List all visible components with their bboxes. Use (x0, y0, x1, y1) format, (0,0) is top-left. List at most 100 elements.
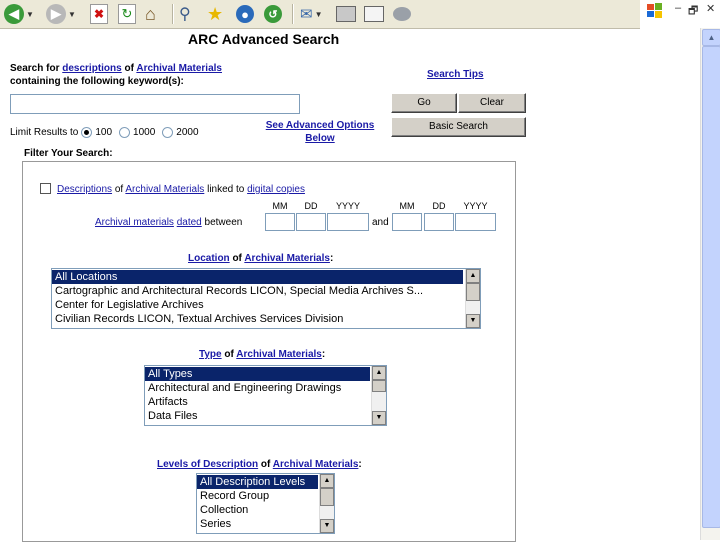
clear-button[interactable]: Clear (458, 93, 526, 113)
archival-materials-link[interactable]: Archival Materials (236, 349, 322, 360)
archival-materials-link[interactable]: Archival materials (95, 217, 174, 228)
levels-heading: Levels of Description of Archival Materi… (157, 459, 362, 470)
stop-button[interactable]: ✖ (90, 3, 108, 25)
digital-copies-link[interactable]: digital copies (247, 184, 305, 195)
from-day-input[interactable] (296, 213, 326, 231)
dated-link[interactable]: dated (177, 217, 202, 228)
basic-search-button[interactable]: Basic Search (391, 117, 526, 137)
list-item[interactable]: All Types (145, 367, 370, 381)
descriptions-link[interactable]: descriptions (62, 63, 121, 74)
location-heading: Location of Archival Materials: (188, 253, 333, 264)
close-button[interactable]: ✕ (706, 2, 715, 15)
favorites-button[interactable]: ★ (207, 3, 223, 25)
location-link[interactable]: Location (188, 253, 230, 264)
edit-button[interactable] (364, 3, 384, 25)
list-item[interactable]: All Description Levels (197, 475, 318, 489)
from-month-input[interactable] (265, 213, 295, 231)
archival-materials-link[interactable]: Archival Materials (136, 63, 222, 74)
scroll-thumb[interactable] (320, 488, 334, 506)
go-button[interactable]: Go (391, 93, 457, 113)
type-link[interactable]: Type (199, 349, 222, 360)
descriptions-link[interactable]: Descriptions (57, 184, 112, 195)
from-year-input[interactable] (327, 213, 369, 231)
to-dd-header: DD (432, 201, 446, 211)
of-label: of (260, 459, 271, 470)
forward-icon: ▶ (46, 4, 66, 24)
search-for-line: Search for descriptions of Archival Mate… (10, 63, 222, 74)
to-year-input[interactable] (455, 213, 496, 231)
list-item[interactable]: Civilian Records LICON, Textual Archives… (52, 312, 460, 326)
chevron-down-icon[interactable]: ▼ (315, 10, 323, 19)
type-heading: Type of Archival Materials: (199, 349, 325, 360)
limit-1000-radio[interactable] (119, 127, 131, 138)
archival-materials-link[interactable]: Archival Materials (125, 184, 204, 195)
scroll-thumb[interactable] (702, 46, 720, 528)
minimize-button[interactable]: – (675, 2, 681, 14)
limit-100-label: 100 (95, 127, 113, 138)
scroll-up-icon[interactable]: ▲ (320, 474, 334, 488)
list-item[interactable]: Record Group (197, 489, 318, 503)
discuss-button[interactable] (393, 3, 411, 25)
page-title: ARC Advanced Search (188, 31, 340, 47)
keyword-input[interactable] (10, 94, 300, 114)
scroll-up-icon[interactable]: ▲ (702, 29, 720, 46)
scroll-down-icon[interactable]: ▼ (466, 314, 480, 328)
scroll-up-icon[interactable]: ▲ (372, 366, 386, 380)
forward-button[interactable]: ▶ ▼ (46, 3, 76, 25)
list-item[interactable]: All Locations (52, 270, 463, 284)
search-button[interactable]: ⚲ (179, 3, 191, 25)
of-label: of (124, 63, 134, 74)
home-button[interactable]: ⌂ (145, 3, 156, 25)
list-item[interactable]: Data Files (145, 409, 370, 423)
see-advanced-line2[interactable]: Below (305, 133, 334, 144)
to-month-input[interactable] (392, 213, 422, 231)
digital-copies-checkbox[interactable] (40, 183, 51, 194)
list-item[interactable]: Series (197, 517, 318, 531)
see-advanced-options-link[interactable]: See Advanced Options Below (262, 119, 378, 145)
location-listbox[interactable]: All Locations Cartographic and Architect… (51, 268, 481, 329)
windows-logo-icon (646, 2, 664, 20)
chevron-down-icon[interactable]: ▼ (26, 10, 34, 19)
list-item[interactable]: Center for Legislative Archives (52, 298, 460, 312)
back-button[interactable]: ◀ ▼ (4, 3, 34, 25)
archival-materials-link[interactable]: Archival Materials (273, 459, 359, 470)
chevron-down-icon[interactable]: ▼ (68, 10, 76, 19)
levels-list-scrollbar[interactable]: ▲ ▼ (319, 474, 334, 533)
levels-of-description-link[interactable]: Levels of Description (157, 459, 258, 470)
to-mm-header: MM (399, 201, 415, 211)
media-button[interactable]: ● (236, 3, 254, 25)
browser-toolbar: ◀ ▼ ▶ ▼ ✖ ↻ ⌂ ⚲ ★ ● ↺ ✉ ▼ (0, 0, 640, 29)
location-list-scrollbar[interactable]: ▲ ▼ (465, 269, 480, 328)
print-button[interactable] (336, 3, 356, 25)
limit-100-radio[interactable] (81, 127, 93, 138)
scroll-thumb[interactable] (372, 380, 386, 392)
mail-icon: ✉ (300, 6, 313, 23)
see-advanced-line1[interactable]: See Advanced Options (266, 120, 375, 131)
type-list-scrollbar[interactable]: ▲ ▼ (371, 366, 386, 425)
type-listbox[interactable]: All Types Architectural and Engineering … (144, 365, 387, 426)
restore-button[interactable]: 🗗 (688, 2, 698, 21)
list-item[interactable]: Collection (197, 503, 318, 517)
refresh-button[interactable]: ↻ (118, 3, 136, 25)
history-button[interactable]: ↺ (264, 3, 282, 25)
archival-materials-link[interactable]: Archival Materials (244, 253, 330, 264)
scroll-down-icon[interactable]: ▼ (320, 519, 334, 533)
page-scrollbar[interactable]: ▲ (700, 28, 720, 540)
list-item[interactable]: Cartographic and Architectural Records L… (52, 284, 460, 298)
list-item[interactable]: Architectural and Engineering Drawings (145, 381, 370, 395)
limit-2000-radio[interactable] (162, 127, 174, 138)
containing-label: containing the following keyword(s): (10, 76, 184, 87)
to-day-input[interactable] (424, 213, 454, 231)
colon-label: : (329, 253, 334, 264)
between-label: between (204, 217, 243, 228)
levels-listbox[interactable]: All Description Levels Record Group Coll… (196, 473, 335, 534)
search-tips-link[interactable]: Search Tips (427, 69, 484, 80)
scroll-down-icon[interactable]: ▼ (372, 411, 386, 425)
digital-copies-line: Descriptions of Archival Materials linke… (57, 184, 305, 195)
scroll-up-icon[interactable]: ▲ (466, 269, 480, 283)
list-item[interactable]: Artifacts (145, 395, 370, 409)
scroll-thumb[interactable] (466, 283, 480, 301)
home-icon: ⌂ (145, 3, 156, 24)
search-for-label: Search for (10, 63, 60, 74)
mail-button[interactable]: ✉ ▼ (300, 3, 323, 25)
